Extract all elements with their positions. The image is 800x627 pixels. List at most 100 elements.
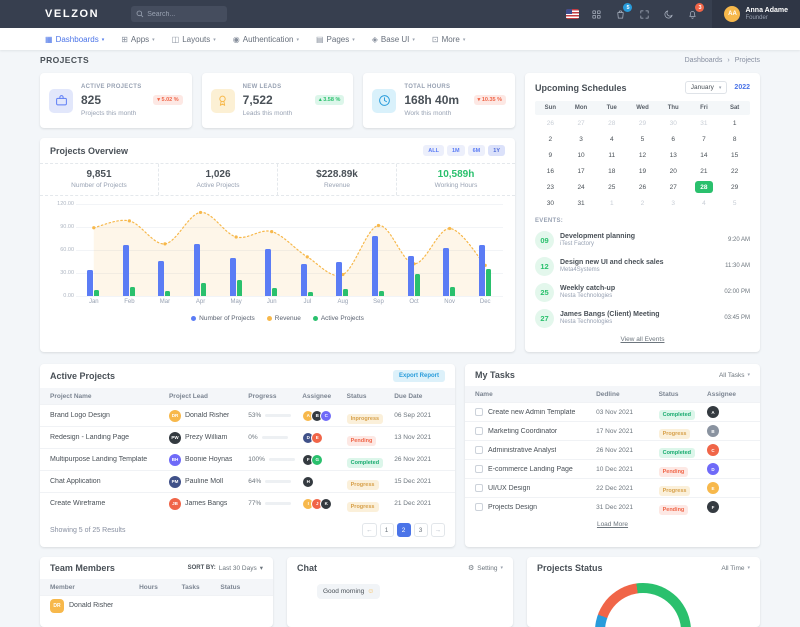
task-row[interactable]: E-commerce Landing Page10 Dec 2021Pendin… xyxy=(465,459,760,478)
calendar-day-4[interactable]: 4 xyxy=(689,195,720,211)
calendar-day-30[interactable]: 30 xyxy=(535,195,566,211)
bar-number-of-projects[interactable] xyxy=(301,264,307,296)
calendar-day-26[interactable]: 26 xyxy=(627,179,658,195)
page-button-3[interactable]: 3 xyxy=(414,523,428,537)
bar-number-of-projects[interactable] xyxy=(194,244,200,296)
calendar-day-29[interactable]: 29 xyxy=(719,179,750,195)
bar-active-projects[interactable] xyxy=(94,290,99,296)
calendar-day-23[interactable]: 23 xyxy=(535,179,566,195)
task-row[interactable]: Projects Design31 Dec 2021PendingF xyxy=(465,497,760,516)
calendar-day-18[interactable]: 18 xyxy=(596,163,627,179)
calendar-day-17[interactable]: 17 xyxy=(566,163,597,179)
nav-item-base-ui[interactable]: ◈Base UI▾ xyxy=(372,35,415,44)
event-item[interactable]: 09Development planningiTest Factory9:20 … xyxy=(535,227,750,253)
sort-by-dropdown[interactable]: SORT BY: Last 30 Days ▾ xyxy=(188,564,263,572)
bar-active-projects[interactable] xyxy=(201,283,206,296)
calendar-day-2[interactable]: 2 xyxy=(627,195,658,211)
calendar-day-31[interactable]: 31 xyxy=(689,115,720,131)
calendar-day-5[interactable]: 5 xyxy=(627,131,658,147)
bar-number-of-projects[interactable] xyxy=(158,261,164,296)
calendar-day-10[interactable]: 10 xyxy=(566,147,597,163)
month-select[interactable]: January ▾ xyxy=(685,81,728,94)
calendar-day-6[interactable]: 6 xyxy=(658,131,689,147)
fullscreen-icon[interactable] xyxy=(637,7,651,21)
bar-number-of-projects[interactable] xyxy=(443,248,449,296)
event-item[interactable]: 12Design new UI and check salesMeta4Syst… xyxy=(535,253,750,279)
calendar-day-31[interactable]: 31 xyxy=(566,195,597,211)
calendar-day-27[interactable]: 27 xyxy=(566,115,597,131)
bar-number-of-projects[interactable] xyxy=(265,249,271,296)
task-row[interactable]: Administrative Analyst26 Nov 2021Complet… xyxy=(465,440,760,459)
calendar-day-22[interactable]: 22 xyxy=(719,163,750,179)
search-box[interactable] xyxy=(131,6,227,22)
cart-icon[interactable]: 5 xyxy=(613,7,627,21)
calendar-day-21[interactable]: 21 xyxy=(689,163,720,179)
nav-item-apps[interactable]: ⊞Apps▾ xyxy=(121,35,154,44)
calendar-day-19[interactable]: 19 xyxy=(627,163,658,179)
nav-item-more[interactable]: ⊡More▾ xyxy=(432,35,465,44)
bar-number-of-projects[interactable] xyxy=(230,258,236,296)
nav-item-pages[interactable]: ▤Pages▾ xyxy=(316,35,355,44)
calendar-day-28[interactable]: 28 xyxy=(689,179,720,195)
table-row[interactable]: Chat ApplicationPMPauline Moll64%HProgre… xyxy=(40,470,455,492)
chat-setting-dropdown[interactable]: ⚙ Setting ▾ xyxy=(468,564,503,572)
calendar-day-4[interactable]: 4 xyxy=(596,131,627,147)
task-row[interactable]: Create new Admin Template03 Nov 2021Comp… xyxy=(465,402,760,421)
calendar-day-13[interactable]: 13 xyxy=(658,147,689,163)
task-checkbox[interactable] xyxy=(475,427,483,435)
task-checkbox[interactable] xyxy=(475,503,483,511)
nav-item-authentication[interactable]: ◉Authentication▾ xyxy=(233,35,299,44)
table-row[interactable]: Create WireframeJBJames Bangs77%IJKProgr… xyxy=(40,492,455,514)
table-row[interactable]: Redesign - Landing PagePWPrezy William0%… xyxy=(40,426,455,448)
table-row[interactable]: Multipurpose Landing TemplateBHBoonie Ho… xyxy=(40,448,455,470)
calendar-day-1[interactable]: 1 xyxy=(719,115,750,131)
breadcrumb-dashboards[interactable]: Dashboards xyxy=(685,57,723,64)
range-1y-button[interactable]: 1Y xyxy=(488,145,505,156)
task-row[interactable]: Marketing Coordinator17 Nov 2021Progress… xyxy=(465,421,760,440)
task-checkbox[interactable] xyxy=(475,465,483,473)
calendar-day-25[interactable]: 25 xyxy=(596,179,627,195)
bar-active-projects[interactable] xyxy=(343,289,348,296)
event-item[interactable]: 25Weekly catch-upNesta Technologies02:00… xyxy=(535,279,750,305)
calendar-day-20[interactable]: 20 xyxy=(658,163,689,179)
bar-number-of-projects[interactable] xyxy=(479,245,485,296)
calendar-day-8[interactable]: 8 xyxy=(719,131,750,147)
calendar-day-16[interactable]: 16 xyxy=(535,163,566,179)
bar-active-projects[interactable] xyxy=(272,288,277,296)
task-checkbox[interactable] xyxy=(475,446,483,454)
export-report-button[interactable]: Export Report xyxy=(393,370,445,382)
task-checkbox[interactable] xyxy=(475,484,483,492)
calendar-day-1[interactable]: 1 xyxy=(596,195,627,211)
nav-item-layouts[interactable]: ◫Layouts▾ xyxy=(172,35,216,44)
bar-number-of-projects[interactable] xyxy=(336,262,342,296)
bar-active-projects[interactable] xyxy=(379,291,384,296)
bar-active-projects[interactable] xyxy=(237,280,242,296)
range-1m-button[interactable]: 1M xyxy=(447,145,465,156)
calendar-day-15[interactable]: 15 xyxy=(719,147,750,163)
calendar-day-26[interactable]: 26 xyxy=(535,115,566,131)
event-item[interactable]: 27James Bangs (Client) MeetingNesta Tech… xyxy=(535,305,750,331)
user-menu[interactable]: AA Anna Adame Founder xyxy=(712,0,800,28)
bar-active-projects[interactable] xyxy=(308,292,313,296)
page-button-1[interactable]: 1 xyxy=(380,523,394,537)
year-label[interactable]: 2022 xyxy=(734,84,750,91)
calendar-day-2[interactable]: 2 xyxy=(535,131,566,147)
calendar-day-7[interactable]: 7 xyxy=(689,131,720,147)
bar-active-projects[interactable] xyxy=(165,291,170,296)
bar-number-of-projects[interactable] xyxy=(372,236,378,296)
language-flag-icon[interactable] xyxy=(566,9,579,19)
calendar-day-3[interactable]: 3 xyxy=(658,195,689,211)
calendar-day-3[interactable]: 3 xyxy=(566,131,597,147)
calendar-day-24[interactable]: 24 xyxy=(566,179,597,195)
calendar-day-11[interactable]: 11 xyxy=(596,147,627,163)
task-row[interactable]: UI/UX Design22 Dec 2021ProgressE xyxy=(465,478,760,497)
bar-number-of-projects[interactable] xyxy=(123,245,129,296)
nav-item-dashboards[interactable]: ▦Dashboards▾ xyxy=(45,35,104,44)
calendar-day-9[interactable]: 9 xyxy=(535,147,566,163)
dark-mode-moon-icon[interactable] xyxy=(661,7,675,21)
all-time-dropdown[interactable]: All Time ▾ xyxy=(721,565,750,572)
bar-active-projects[interactable] xyxy=(415,274,420,296)
all-tasks-dropdown[interactable]: All Tasks ▾ xyxy=(719,372,750,379)
apps-grid-icon[interactable] xyxy=(589,7,603,21)
load-more-link[interactable]: Load More xyxy=(465,521,760,528)
